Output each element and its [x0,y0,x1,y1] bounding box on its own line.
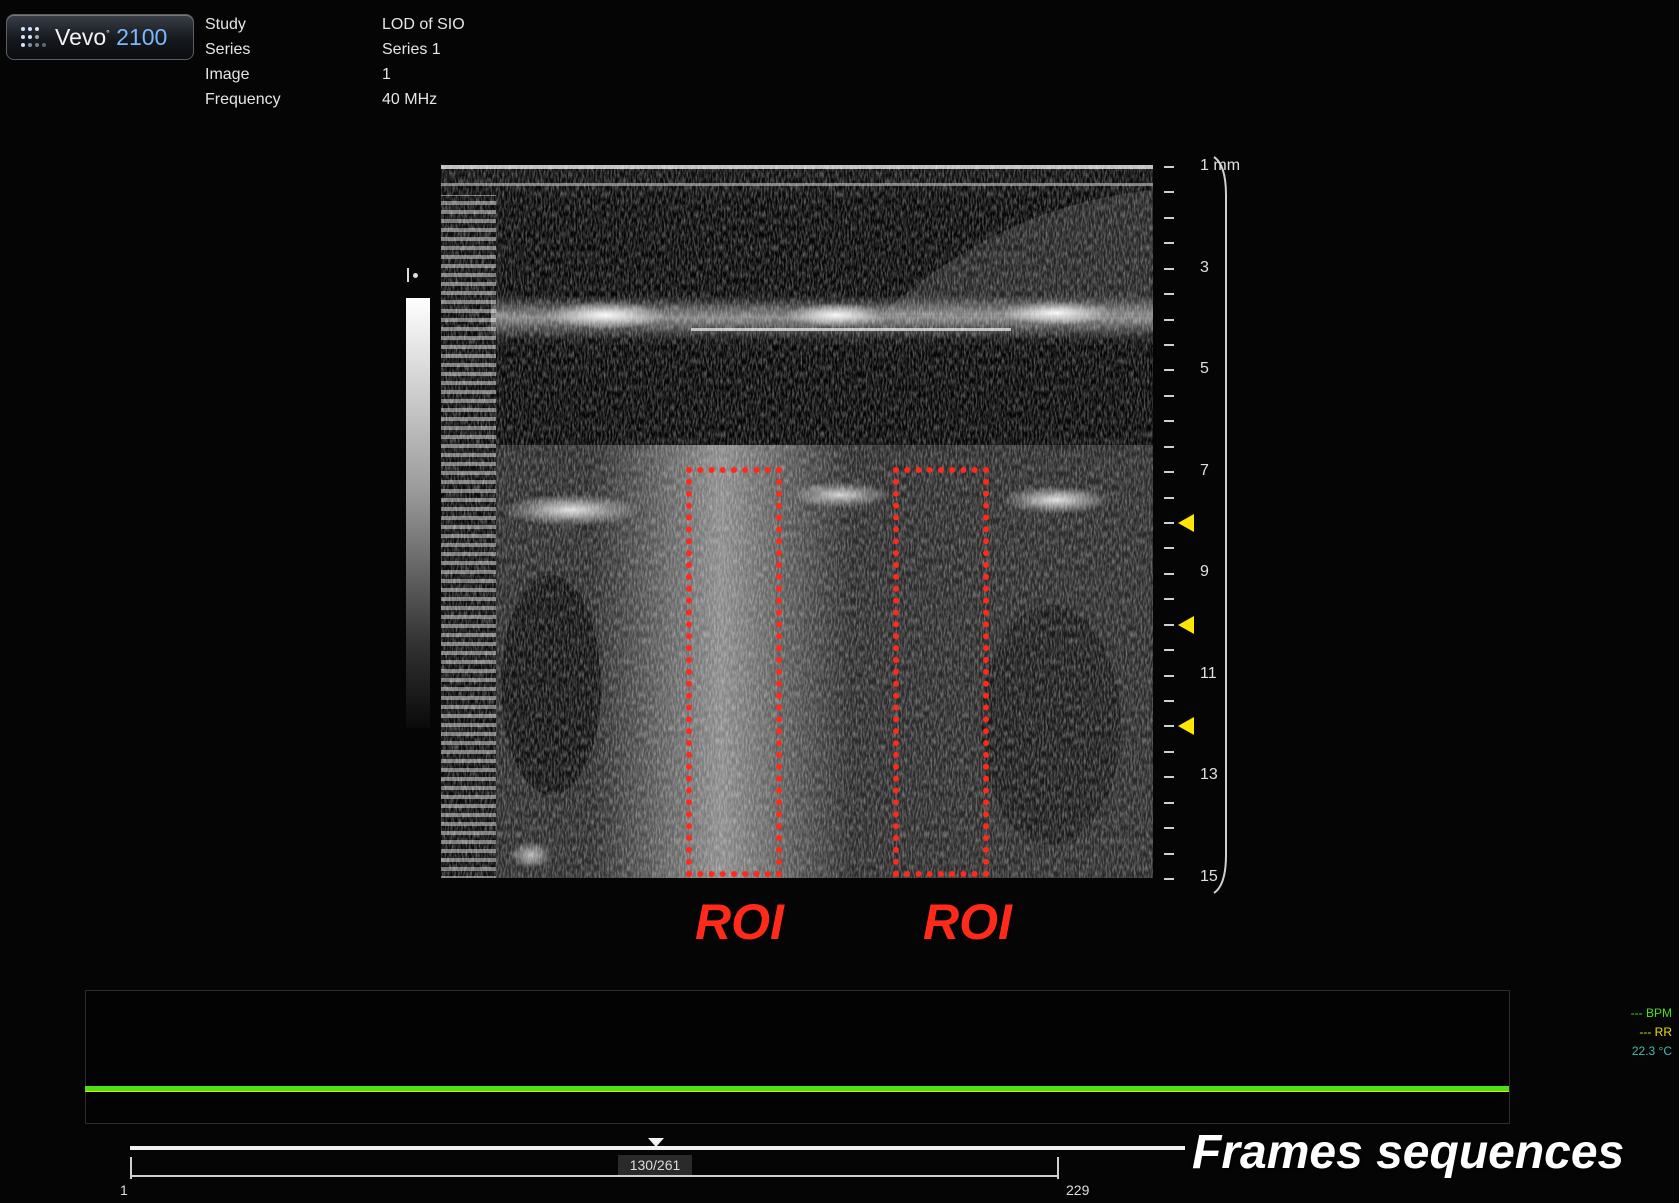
frequency-label: Frequency [205,91,281,108]
depth-tick [1164,853,1174,855]
depth-tick [1164,802,1174,804]
depth-tick [1164,878,1174,880]
frames-sequences-caption: Frames sequences [1192,1126,1625,1179]
depth-tick [1164,725,1174,727]
depth-tick [1164,522,1174,524]
depth-label-1: 1 mm [1200,157,1241,174]
depth-tick [1164,242,1174,244]
depth-tick [1164,751,1174,753]
focus-marker-icon[interactable] [1178,616,1194,634]
depth-tick [1164,547,1174,549]
grayscale-marker-icon [407,268,427,284]
depth-tick [1164,624,1174,626]
ecg-trace [85,1086,1509,1091]
roi-label-right: ROI [923,894,1012,950]
focus-marker-icon[interactable] [1178,717,1194,735]
depth-scale-bracket [1213,156,1227,894]
logo-text: Vevo° 2100 [55,24,168,50]
timeline-range-end: 229 [1066,1182,1090,1198]
depth-tick [1164,268,1174,270]
bpm-legend: --- BPM [1630,1006,1672,1020]
depth-tick [1164,293,1174,295]
depth-unit: mm [1213,157,1241,174]
frequency-value: 40 MHz [382,91,438,108]
logo-model: 2100 [116,24,168,50]
depth-tick [1164,827,1174,829]
depth-tick [1164,369,1174,371]
temperature-readout: 22.3 °C [1631,1044,1672,1058]
depth-tick [1164,776,1174,778]
depth-tick [1164,598,1174,600]
rr-legend: --- RR [1639,1025,1672,1039]
roi-box-left[interactable] [686,467,782,877]
depth-tick [1164,319,1174,321]
physiology-panel [85,990,1510,1124]
depth-tick [1164,649,1174,651]
depth-tick [1164,675,1174,677]
series-label: Series [205,41,251,58]
ultrasound-image-graphic [441,165,1153,878]
depth-tick [1164,573,1174,575]
focus-marker-icon[interactable] [1178,514,1194,532]
depth-tick [1164,344,1174,346]
depth-tick [1164,217,1174,219]
vevo-logo: Vevo° 2100 [6,14,194,60]
grayscale-bar [406,298,430,728]
depth-scale: 1 mm 3 5 7 9 11 13 15 [1156,155,1266,895]
depth-label-11: 11 [1200,665,1217,682]
depth-label-15: 15 [1200,868,1218,885]
image-label: Image [205,66,250,83]
logo-brand: Vevo [55,24,107,50]
series-value: Series 1 [382,41,441,58]
depth-tick [1164,395,1174,397]
frame-counter: 130/261 [618,1155,692,1175]
roi-box-right[interactable] [893,467,989,877]
depth-tick [1164,497,1174,499]
depth-tick [1164,191,1174,193]
timeline-cursor-icon[interactable] [648,1138,664,1147]
image-value: 1 [382,66,391,83]
timeline-range-bar[interactable] [130,1175,1058,1177]
logo-dots-icon [19,25,47,51]
depth-label-5: 5 [1200,360,1209,377]
roi-label-left: ROI [695,894,784,950]
study-value: LOD of SIO [382,16,465,33]
depth-tick [1164,166,1174,168]
depth-label-7: 7 [1200,462,1209,479]
ultrasound-image[interactable] [441,165,1153,878]
study-label: Study [205,16,246,33]
depth-tick [1164,446,1174,448]
depth-label-13: 13 [1200,766,1218,783]
depth-tick [1164,420,1174,422]
depth-tick [1164,700,1174,702]
depth-label-9: 9 [1200,563,1209,580]
depth-label-3: 3 [1200,259,1209,276]
timeline-range-start: 1 [120,1182,128,1198]
physio-legend: --- BPM --- RR 22.3 °C [1580,1006,1672,1066]
depth-tick [1164,471,1174,473]
